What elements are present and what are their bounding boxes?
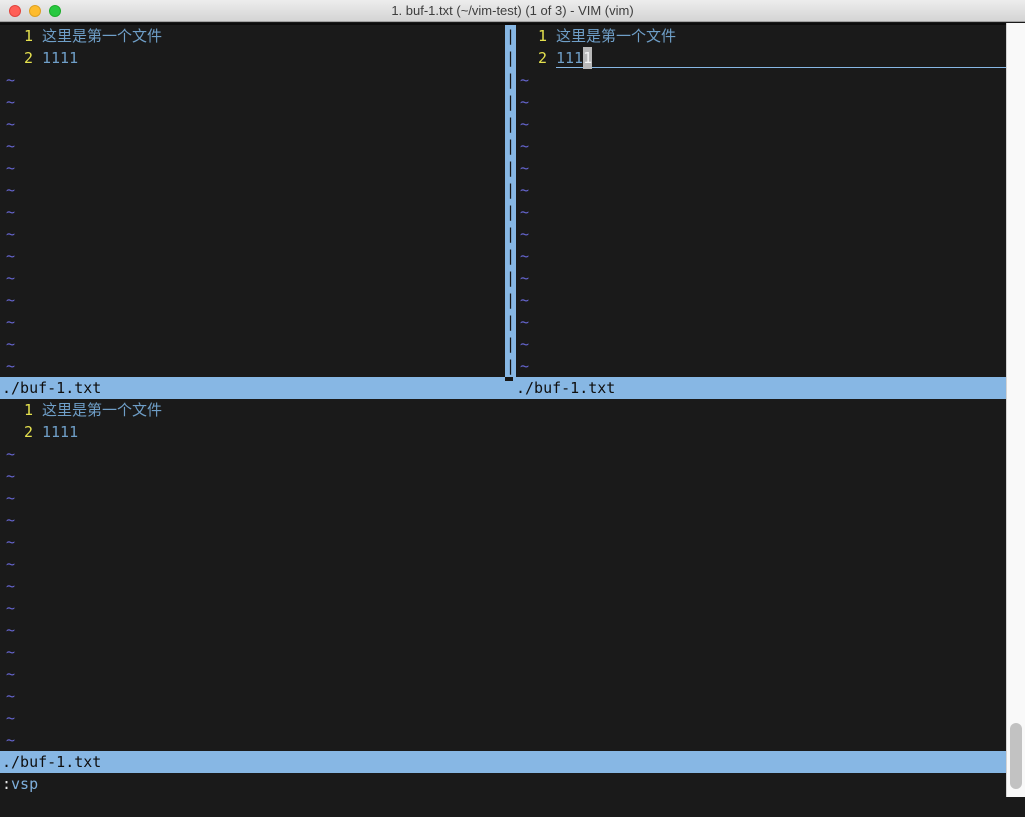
buffer-line: 1这里是第一个文件	[516, 25, 1006, 47]
divider-bar-glyph: |	[505, 91, 516, 113]
empty-line-tilde: ~	[516, 289, 1006, 311]
cursorline-underline: 1111	[556, 47, 1006, 68]
zoom-button[interactable]	[49, 5, 61, 17]
scrollbar-track[interactable]	[1006, 23, 1025, 797]
window-title: 1. buf-1.txt (~/vim-test) (1 of 3) - VIM…	[391, 3, 633, 18]
statusline-filename-bottom: ./buf-1.txt	[2, 751, 101, 773]
empty-line-tilde: ~	[0, 267, 505, 289]
vim-window-top-left[interactable]: 1这里是第一个文件21111~~~~~~~~~~~~~~	[0, 25, 505, 377]
empty-line-tilde: ~	[0, 531, 1006, 553]
line-number: 2	[520, 47, 556, 69]
empty-line-tilde: ~	[516, 113, 1006, 135]
divider-bar-glyph: |	[505, 267, 516, 289]
empty-line-tilde: ~	[0, 619, 1006, 641]
buffer-line: 21111	[0, 421, 1006, 443]
empty-line-tilde: ~	[0, 487, 1006, 509]
empty-line-tilde: ~	[516, 311, 1006, 333]
buffer-line: 1这里是第一个文件	[0, 399, 1006, 421]
empty-line-tilde: ~	[0, 707, 1006, 729]
empty-line-tilde: ~	[0, 179, 505, 201]
line-text: 1111	[42, 49, 78, 67]
empty-line-tilde: ~	[0, 135, 505, 157]
vim-window-top-right[interactable]: 1这里是第一个文件21111~~~~~~~~~~~~~~	[516, 25, 1006, 377]
empty-line-tilde: ~	[0, 575, 1006, 597]
divider-bar-glyph: |	[505, 135, 516, 157]
vim-command-line[interactable]: :vsp	[0, 773, 1006, 797]
divider-end-notch	[505, 377, 513, 381]
buffer-line: 21111	[0, 47, 505, 69]
empty-line-tilde: ~	[0, 443, 1006, 465]
line-number: 1	[6, 25, 42, 47]
empty-line-tilde: ~	[0, 465, 1006, 487]
scrollbar-thumb[interactable]	[1010, 723, 1022, 789]
vim-main-area: 1这里是第一个文件21111~~~~~~~~~~~~~~ |||||||||||…	[0, 23, 1006, 797]
divider-bar-glyph: |	[505, 157, 516, 179]
empty-line-tilde: ~	[0, 553, 1006, 575]
divider-bar-glyph: |	[505, 179, 516, 201]
empty-line-tilde: ~	[0, 641, 1006, 663]
empty-line-tilde: ~	[0, 685, 1006, 707]
divider-bar-glyph: |	[505, 47, 516, 69]
statusline-bottom[interactable]: ./buf-1.txt	[0, 751, 1006, 773]
traffic-lights	[9, 5, 61, 17]
empty-line-tilde: ~	[516, 267, 1006, 289]
empty-line-tilde: ~	[516, 135, 1006, 157]
buffer-line: 1这里是第一个文件	[0, 25, 505, 47]
text-cursor: 1	[583, 47, 592, 69]
divider-bar-glyph: |	[505, 245, 516, 267]
divider-bar-glyph: |	[505, 69, 516, 91]
empty-line-tilde: ~	[0, 333, 505, 355]
minimize-button[interactable]	[29, 5, 41, 17]
empty-line-tilde: ~	[0, 69, 505, 91]
empty-line-tilde: ~	[0, 223, 505, 245]
divider-bar-glyph: |	[505, 223, 516, 245]
empty-line-tilde: ~	[0, 663, 1006, 685]
line-text: 这里是第一个文件	[556, 27, 676, 45]
statusline-top[interactable]: ./buf-1.txt ./buf-1.txt	[0, 377, 1006, 399]
line-number: 1	[520, 25, 556, 47]
empty-line-tilde: ~	[0, 91, 505, 113]
line-number: 2	[6, 47, 42, 69]
statusline-filename-right: ./buf-1.txt	[516, 377, 615, 399]
divider-bar-glyph: |	[505, 311, 516, 333]
line-text: 这里是第一个文件	[42, 401, 162, 419]
empty-line-tilde: ~	[0, 245, 505, 267]
empty-line-tilde: ~	[516, 355, 1006, 377]
empty-line-tilde: ~	[516, 69, 1006, 91]
close-button[interactable]	[9, 5, 21, 17]
empty-line-tilde: ~	[516, 245, 1006, 267]
empty-line-tilde: ~	[0, 355, 505, 377]
empty-line-tilde: ~	[516, 333, 1006, 355]
top-split: 1这里是第一个文件21111~~~~~~~~~~~~~~ |||||||||||…	[0, 25, 1006, 377]
empty-line-tilde: ~	[516, 201, 1006, 223]
empty-line-tilde: ~	[516, 179, 1006, 201]
window-titlebar: 1. buf-1.txt (~/vim-test) (1 of 3) - VIM…	[0, 0, 1025, 22]
vim-application: 1这里是第一个文件21111~~~~~~~~~~~~~~ |||||||||||…	[0, 23, 1025, 797]
divider-bar-glyph: |	[505, 289, 516, 311]
vertical-split-divider[interactable]: ||||||||||||||||	[505, 25, 516, 377]
vim-window-bottom[interactable]: 1这里是第一个文件21111~~~~~~~~~~~~~~	[0, 399, 1006, 751]
divider-bar-glyph: |	[505, 333, 516, 355]
divider-bar-glyph: |	[505, 25, 516, 47]
divider-bar-glyph: |	[505, 113, 516, 135]
empty-line-tilde: ~	[516, 91, 1006, 113]
empty-line-tilde: ~	[0, 113, 505, 135]
divider-bar-glyph: |	[505, 201, 516, 223]
divider-bar-glyph: |	[505, 355, 516, 377]
empty-line-tilde: ~	[0, 157, 505, 179]
statusline-filename-left: ./buf-1.txt	[2, 377, 101, 399]
empty-line-tilde: ~	[0, 509, 1006, 531]
line-text: 111	[556, 49, 583, 67]
empty-line-tilde: ~	[0, 201, 505, 223]
empty-line-tilde: ~	[0, 289, 505, 311]
empty-line-tilde: ~	[516, 223, 1006, 245]
empty-line-tilde: ~	[0, 729, 1006, 751]
empty-line-tilde: ~	[0, 597, 1006, 619]
buffer-line-cursor: 21111	[516, 47, 1006, 69]
empty-line-tilde: ~	[516, 157, 1006, 179]
line-text: 这里是第一个文件	[42, 27, 162, 45]
empty-line-tilde: ~	[0, 311, 505, 333]
